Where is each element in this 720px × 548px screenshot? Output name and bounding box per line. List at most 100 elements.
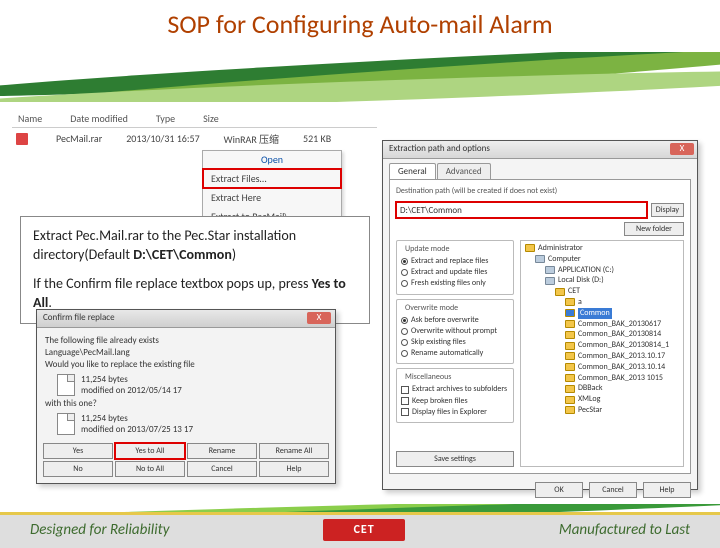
instruction-line-1: Extract Pec.Mail.rar to the Pec.Star ins… — [33, 227, 357, 265]
help-button[interactable]: Help — [643, 482, 691, 498]
close-icon[interactable]: X — [670, 143, 694, 155]
tree-item[interactable]: Local Disk (D:) — [545, 275, 679, 286]
overwrite-opt-1[interactable]: Ask before overwrite — [401, 315, 509, 326]
computer-icon — [535, 255, 545, 263]
tree-label: Computer — [548, 254, 581, 265]
context-extract-files[interactable]: Extract Files… — [203, 169, 341, 188]
folder-icon — [565, 298, 575, 306]
tree-item[interactable]: XMLog — [565, 394, 679, 405]
confirm-text: The following file already exists — [45, 335, 327, 346]
tree-item-selected[interactable]: Common — [565, 308, 679, 319]
radio-label: Ask before overwrite — [411, 315, 479, 326]
misc-opt-3[interactable]: Display files in Explorer — [401, 407, 509, 418]
misc-opt-1[interactable]: Extract archives to subfolders — [401, 384, 509, 395]
cancel-button[interactable]: Cancel — [589, 482, 637, 498]
radio-label: Overwrite without prompt — [411, 326, 497, 337]
tree-item[interactable]: Common_BAK_2013.10.14 — [565, 362, 679, 373]
dest-path-input[interactable]: D:\CET\Common — [396, 202, 647, 218]
footer-bar: Designed for Reliability CET Manufacture… — [0, 512, 720, 548]
tree-item[interactable]: Common_BAK_20130617 — [565, 319, 679, 330]
confirm-file-existing: 11,254 bytes modified on 2012/05/14 17 — [57, 374, 327, 396]
overwrite-opt-3[interactable]: Skip existing files — [401, 337, 509, 348]
check-label: Display files in Explorer — [412, 407, 487, 418]
col-type: Type — [156, 112, 175, 125]
no-to-all-button[interactable]: No to All — [115, 461, 185, 477]
check-label: Keep broken files — [412, 396, 468, 407]
update-opt-2[interactable]: Extract and update files — [401, 267, 509, 278]
folder-tree[interactable]: Administrator Computer APPLICATION (C:) … — [520, 240, 684, 467]
tree-label: Common_BAK_20130814 — [578, 329, 661, 340]
ok-button[interactable]: OK — [535, 482, 583, 498]
file-size: 11,254 bytes — [81, 413, 193, 424]
confirm-file-new: 11,254 bytes modified on 2013/07/25 13 1… — [57, 413, 327, 435]
yes-to-all-button[interactable]: Yes to All — [115, 443, 185, 459]
rename-button[interactable]: Rename — [187, 443, 257, 459]
misc-group: Miscellaneous Extract archives to subfol… — [396, 368, 514, 423]
radio-label: Extract and replace files — [411, 256, 488, 267]
archive-icon — [16, 133, 28, 145]
extraction-title: Extraction path and options — [389, 143, 490, 154]
close-icon[interactable]: X — [307, 312, 331, 324]
radio-label: Skip existing files — [411, 337, 466, 348]
update-opt-1[interactable]: Extract and replace files — [401, 256, 509, 267]
tree-label: Administrator — [538, 243, 583, 254]
file-row[interactable]: PecMail.rar 2013/10/31 16:57 WinRAR 压缩 5… — [12, 128, 377, 149]
no-button[interactable]: No — [43, 461, 113, 477]
context-extract-here[interactable]: Extract Here — [203, 188, 341, 207]
tree-label: APPLICATION (C:) — [558, 265, 614, 276]
decorative-ribbon — [0, 52, 720, 102]
footer-left-text: Designed for Reliability — [30, 521, 169, 539]
overwrite-opt-4[interactable]: Rename automatically — [401, 348, 509, 359]
tree-item[interactable]: PecStar — [565, 405, 679, 416]
confirm-titlebar: Confirm file replace X — [37, 310, 335, 328]
tree-label: DBBack — [578, 383, 602, 394]
misc-opt-2[interactable]: Keep broken files — [401, 396, 509, 407]
tab-advanced[interactable]: Advanced — [437, 163, 491, 179]
overwrite-opt-2[interactable]: Overwrite without prompt — [401, 326, 509, 337]
tree-item[interactable]: Administrator — [525, 243, 679, 254]
tree-item[interactable]: Common_BAK_2013.10.17 — [565, 351, 679, 362]
explorer-window: Name Date modified Type Size PecMail.rar… — [12, 110, 377, 205]
file-modified: modified on 2012/05/14 17 — [81, 385, 182, 396]
tree-label: XMLog — [578, 394, 600, 405]
tree-label: CET — [568, 286, 580, 297]
cancel-button[interactable]: Cancel — [187, 461, 257, 477]
tree-item[interactable]: DBBack — [565, 383, 679, 394]
tree-label: Local Disk (D:) — [558, 275, 604, 286]
radio-label: Rename automatically — [411, 348, 483, 359]
file-size: 521 KB — [303, 132, 331, 145]
help-button[interactable]: Help — [259, 461, 329, 477]
folder-icon — [565, 406, 575, 414]
file-modified: modified on 2013/07/25 13 17 — [81, 424, 193, 435]
new-folder-button[interactable]: New folder — [624, 222, 684, 236]
yes-button[interactable]: Yes — [43, 443, 113, 459]
tree-item[interactable]: a — [565, 297, 679, 308]
tree-item[interactable]: Common_BAK_2013 1015 — [565, 373, 679, 384]
radio-icon — [401, 339, 408, 346]
tab-general[interactable]: General — [389, 163, 436, 179]
checkbox-icon — [401, 386, 409, 394]
tree-label: Common_BAK_2013.10.17 — [578, 351, 665, 362]
confirm-dialog: Confirm file replace X The following fil… — [36, 309, 336, 484]
col-size: Size — [203, 112, 219, 125]
tree-item[interactable]: Computer — [535, 254, 679, 265]
update-opt-3[interactable]: Fresh existing files only — [401, 278, 509, 289]
tree-item[interactable]: Common_BAK_20130814 — [565, 329, 679, 340]
radio-icon — [401, 280, 408, 287]
folder-icon — [565, 309, 575, 317]
tree-label: Common_BAK_20130814_1 — [578, 340, 669, 351]
page-title: SOP for Configuring Auto-mail Alarm — [0, 8, 720, 40]
col-name: Name — [18, 112, 42, 125]
radio-icon — [401, 328, 408, 335]
tree-item[interactable]: Common_BAK_20130814_1 — [565, 340, 679, 351]
tree-item[interactable]: APPLICATION (C:) — [545, 265, 679, 276]
extraction-titlebar: Extraction path and options X — [383, 141, 697, 159]
drive-icon — [545, 277, 555, 285]
file-type: WinRAR 压缩 — [224, 131, 279, 146]
confirm-filepath: Language\PecMail.lang — [45, 347, 327, 358]
tree-item[interactable]: CET — [555, 286, 679, 297]
display-button[interactable]: Display — [651, 203, 684, 217]
rename-all-button[interactable]: Rename All — [259, 443, 329, 459]
save-settings-button[interactable]: Save settings — [396, 451, 514, 467]
tree-label: Common_BAK_2013.10.14 — [578, 362, 665, 373]
